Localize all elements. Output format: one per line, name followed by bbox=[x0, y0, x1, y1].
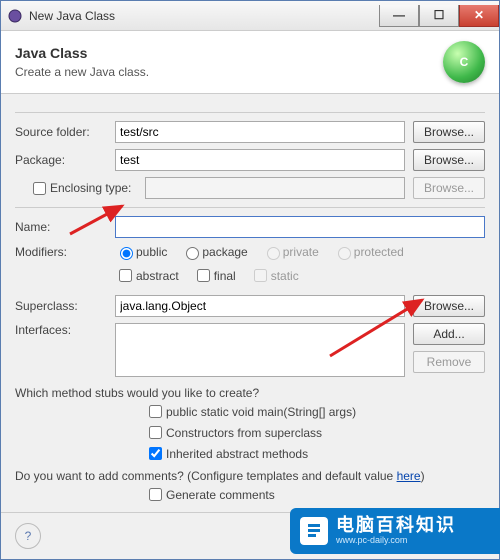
modifier-package-radio[interactable]: package bbox=[181, 244, 247, 260]
enclosing-type-input bbox=[145, 177, 405, 199]
maximize-button[interactable]: ☐ bbox=[419, 5, 459, 27]
superclass-input[interactable] bbox=[115, 295, 405, 317]
modifier-private-radio: private bbox=[262, 244, 319, 260]
form-content: Source folder: Browse... Package: Browse… bbox=[1, 94, 499, 512]
enclosing-type-checkbox[interactable]: Enclosing type: bbox=[15, 179, 131, 198]
package-browse-button[interactable]: Browse... bbox=[413, 149, 485, 171]
titlebar[interactable]: New Java Class — ☐ ✕ bbox=[1, 1, 499, 31]
interfaces-add-button[interactable]: Add... bbox=[413, 323, 485, 345]
superclass-label: Superclass: bbox=[15, 299, 115, 313]
modifiers-label: Modifiers: bbox=[15, 245, 115, 259]
package-label: Package: bbox=[15, 153, 115, 167]
stub-inherited-checkbox[interactable]: Inherited abstract methods bbox=[145, 444, 485, 463]
minimize-button[interactable]: — bbox=[379, 5, 419, 27]
interfaces-list[interactable] bbox=[115, 323, 405, 377]
modifier-protected-radio: protected bbox=[333, 244, 404, 260]
modifier-static-checkbox: static bbox=[250, 266, 299, 285]
method-stubs-question: Which method stubs would you like to cre… bbox=[15, 386, 485, 400]
package-input[interactable] bbox=[115, 149, 405, 171]
enclosing-type-browse-button: Browse... bbox=[413, 177, 485, 199]
modifier-final-checkbox[interactable]: final bbox=[193, 266, 236, 285]
stub-main-checkbox[interactable]: public static void main(String[] args) bbox=[145, 402, 485, 421]
modifier-public-radio[interactable]: public bbox=[115, 244, 167, 260]
comments-question: Do you want to add comments? (Configure … bbox=[15, 469, 485, 483]
window-controls: — ☐ ✕ bbox=[379, 5, 499, 27]
watermark-url: www.pc-daily.com bbox=[336, 536, 456, 546]
banner: Java Class Create a new Java class. C bbox=[1, 31, 499, 94]
name-input[interactable] bbox=[115, 216, 485, 238]
class-icon: C bbox=[443, 41, 485, 83]
interfaces-remove-button: Remove bbox=[413, 351, 485, 373]
interfaces-label: Interfaces: bbox=[15, 323, 115, 337]
dialog-window: New Java Class — ☐ ✕ Java Class Create a… bbox=[0, 0, 500, 560]
source-folder-input[interactable] bbox=[115, 121, 405, 143]
stub-constructors-checkbox[interactable]: Constructors from superclass bbox=[145, 423, 485, 442]
source-folder-browse-button[interactable]: Browse... bbox=[413, 121, 485, 143]
configure-templates-link[interactable]: here bbox=[397, 469, 421, 483]
superclass-browse-button[interactable]: Browse... bbox=[413, 295, 485, 317]
watermark-icon bbox=[300, 517, 328, 545]
window-title: New Java Class bbox=[29, 9, 379, 23]
generate-comments-checkbox[interactable]: Generate comments bbox=[145, 485, 485, 504]
app-icon bbox=[7, 8, 23, 24]
close-button[interactable]: ✕ bbox=[459, 5, 499, 27]
watermark-title: 电脑百科知识 bbox=[336, 516, 456, 536]
banner-title: Java Class bbox=[15, 45, 443, 61]
watermark-badge: 电脑百科知识 www.pc-daily.com bbox=[290, 508, 500, 554]
name-label: Name: bbox=[15, 220, 115, 234]
banner-subtitle: Create a new Java class. bbox=[15, 65, 443, 79]
modifier-abstract-checkbox[interactable]: abstract bbox=[115, 266, 179, 285]
help-button[interactable]: ? bbox=[15, 523, 41, 549]
source-folder-label: Source folder: bbox=[15, 125, 115, 139]
